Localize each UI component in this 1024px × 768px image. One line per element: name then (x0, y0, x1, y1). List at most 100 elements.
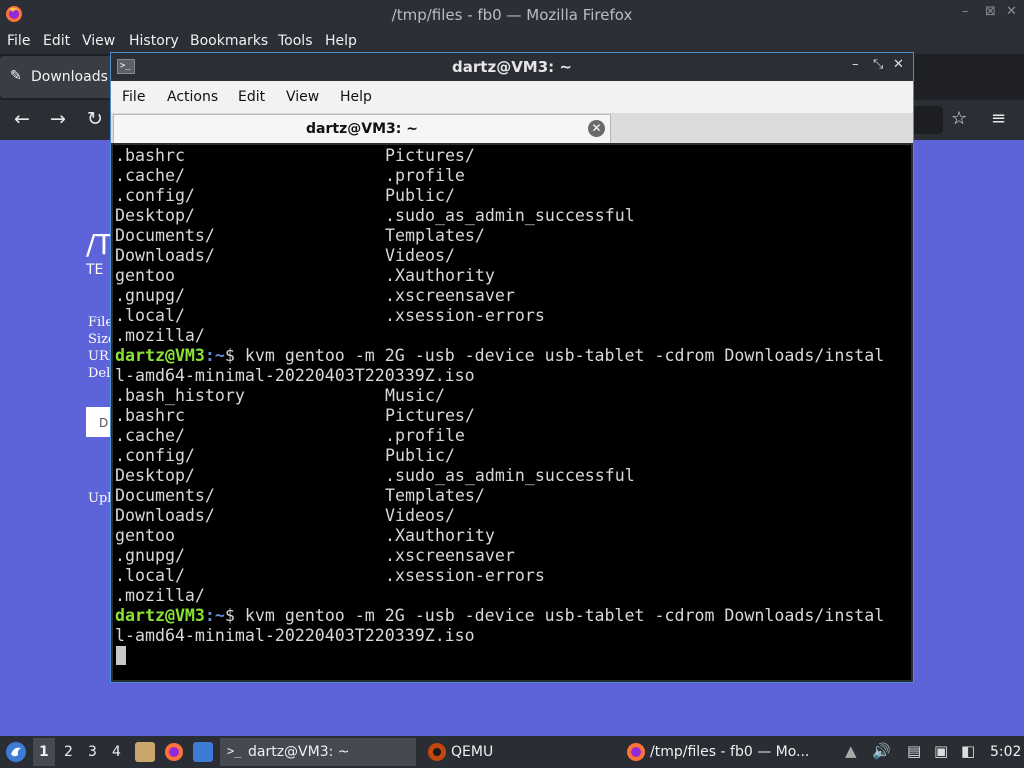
ls-entry: .bashrc (115, 146, 185, 165)
terminal-titlebar: >_ dartz@VM3: ~ – ⤡ ✕ (111, 53, 913, 81)
task-label: QEMU (451, 744, 494, 760)
ls-entry: .gnupg/ (115, 286, 185, 305)
menu-edit[interactable]: Edit (238, 89, 265, 105)
network-icon[interactable]: ▣ (934, 742, 948, 760)
prompt-symbol: $ (224, 346, 235, 365)
start-menu-icon[interactable] (5, 741, 27, 763)
firefox-icon[interactable] (164, 742, 184, 762)
ls-entry: .cache/ (115, 426, 185, 445)
prompt-path: :~ (204, 346, 225, 365)
ls-entry: .config/ (115, 446, 195, 465)
clock: 5:02 (990, 744, 1022, 760)
menu-view[interactable]: View (82, 33, 115, 49)
workspace-2[interactable]: 2 (64, 744, 73, 760)
task-terminal[interactable]: >_ dartz@VM3: ~ (220, 738, 416, 766)
minimize-button[interactable]: – (852, 57, 859, 72)
volume-icon[interactable]: 🔊 (872, 742, 891, 760)
bookmark-star-icon[interactable]: ☆ (951, 108, 967, 129)
ls-entry: .sudo_as_admin_successful (385, 466, 635, 485)
menu-view[interactable]: View (286, 89, 319, 105)
ls-entry: .mozilla/ (115, 326, 205, 345)
menu-help[interactable]: Help (340, 89, 372, 105)
terminal-line: dartz@VM3:~$ kvm gentoo -m 2G -usb -devi… (115, 606, 884, 626)
terminal-icon: >_ (227, 744, 242, 758)
maximize-button[interactable]: ⤡ (873, 57, 883, 72)
prompt-user-host: dartz@VM3 (115, 346, 205, 365)
close-tab-icon[interactable]: ✕ (588, 120, 605, 137)
puzzle-icon: ✎ (10, 68, 22, 84)
prompt-user-host: dartz@VM3 (115, 606, 205, 625)
page-heading: /T (86, 228, 113, 261)
ls-entry: .mozilla/ (115, 586, 205, 605)
ls-entry: .cache/ (115, 166, 185, 185)
ls-entry: .Xauthority (385, 266, 495, 285)
ls-entry: .bash_history (115, 386, 245, 405)
task-firefox[interactable]: /tmp/files - fb0 — Mo... (624, 738, 824, 766)
qemu-icon (428, 743, 446, 761)
ls-entry: Music/ (385, 386, 445, 405)
text-cursor (116, 646, 126, 665)
prompt-symbol: $ (224, 606, 235, 625)
ls-entry: Templates/ (385, 486, 485, 505)
close-button[interactable]: ✕ (893, 57, 904, 72)
file-manager-icon[interactable] (135, 742, 155, 762)
ls-entry: .profile (385, 426, 465, 445)
ls-entry: Templates/ (385, 226, 485, 245)
firefox-window-title: /tmp/files - fb0 — Mozilla Firefox (391, 6, 633, 24)
ls-entry: Videos/ (385, 506, 455, 525)
command-text: kvm gentoo -m 2G -usb -device usb-tablet… (234, 346, 885, 365)
firefox-icon (627, 743, 645, 761)
reload-icon[interactable]: ↻ (87, 108, 103, 130)
terminal-tabbar: dartz@VM3: ~ ✕ (111, 113, 913, 143)
terminal-tab-label: dartz@VM3: ~ (306, 121, 418, 137)
menu-file[interactable]: File (122, 89, 145, 105)
task-qemu[interactable]: QEMU (424, 738, 604, 766)
ls-entry: Desktop/ (115, 466, 195, 485)
close-button[interactable]: ✕ (1006, 4, 1017, 19)
menu-help[interactable]: Help (325, 33, 357, 49)
terminal-line: l-amd64-minimal-20220403T220339Z.iso (115, 366, 475, 386)
prompt-path: :~ (204, 606, 225, 625)
ls-entry: .config/ (115, 186, 195, 205)
menu-bookmarks[interactable]: Bookmarks (190, 33, 268, 49)
terminal-line: l-amd64-minimal-20220403T220339Z.iso (115, 626, 475, 646)
firefox-menubar: File Edit View History Bookmarks Tools H… (0, 29, 1024, 54)
tray-arrow-icon[interactable]: ▲ (845, 742, 857, 760)
ls-entry: .gnupg/ (115, 546, 185, 565)
menu-actions[interactable]: Actions (167, 89, 218, 105)
ls-entry: Videos/ (385, 246, 455, 265)
notification-icon[interactable]: ◧ (961, 742, 975, 760)
menu-edit[interactable]: Edit (43, 33, 70, 49)
workspace-1[interactable]: 1 (39, 744, 49, 760)
ls-entry: .bashrc (115, 406, 185, 425)
menu-tools[interactable]: Tools (278, 33, 313, 49)
minimize-button[interactable]: – (962, 4, 969, 19)
workspace-3[interactable]: 3 (88, 744, 97, 760)
terminal-output[interactable]: .bashrc Pictures/ .cache/ .profile .config/P… (113, 145, 911, 680)
ls-entry: .sudo_as_admin_successful (385, 206, 635, 225)
tab-downloads[interactable]: ✎ Downloads (0, 56, 115, 98)
ls-entry: Documents/ (115, 226, 215, 245)
forward-icon[interactable]: → (50, 108, 66, 130)
page-subheading: TE (86, 262, 104, 278)
hamburger-menu-icon[interactable]: ≡ (991, 108, 1006, 129)
url-bar[interactable] (913, 106, 943, 134)
tab-label: Downloads (31, 69, 108, 85)
output-text: l-amd64-minimal-20220403T220339Z.iso (115, 366, 475, 385)
ls-entry: gentoo (115, 526, 175, 545)
workspace-4[interactable]: 4 (112, 744, 121, 760)
terminal-tab[interactable]: dartz@VM3: ~ ✕ (113, 114, 611, 143)
ls-entry: Documents/ (115, 486, 215, 505)
ls-entry: .xsession-errors (385, 306, 545, 325)
maximize-button[interactable]: ⊠ (985, 4, 996, 19)
ls-entry: .profile (385, 166, 465, 185)
back-icon[interactable]: ← (14, 108, 30, 130)
ls-entry: Downloads/ (115, 246, 215, 265)
ls-entry: Pictures/ (385, 406, 475, 425)
menu-file[interactable]: File (7, 33, 30, 49)
desktop-icon[interactable] (193, 742, 213, 762)
ls-entry: .local/ (115, 306, 185, 325)
ls-entry: .Xauthority (385, 526, 495, 545)
menu-history[interactable]: History (129, 33, 179, 49)
clipboard-icon[interactable]: ▤ (907, 742, 921, 760)
